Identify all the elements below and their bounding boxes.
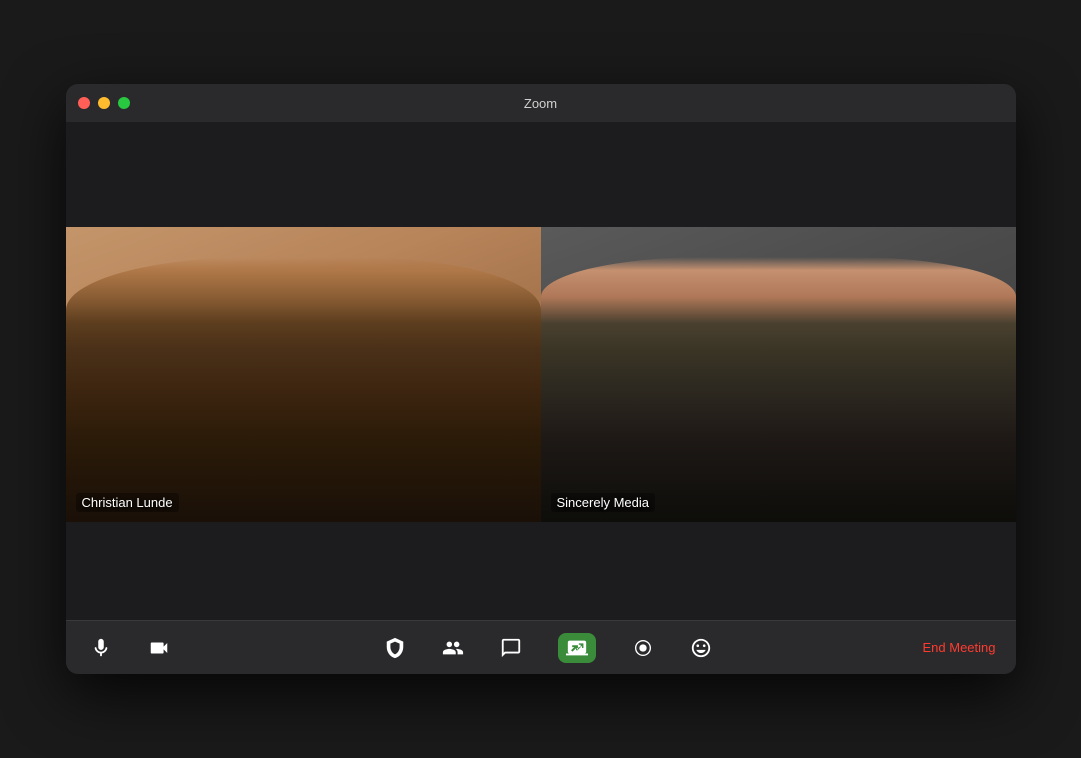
- chat-button[interactable]: [496, 633, 526, 663]
- video-grid: Christian Lunde Sincerely Media: [66, 227, 1016, 522]
- participant-figure-1: [66, 257, 541, 523]
- record-icon: [632, 637, 654, 659]
- title-bar: Zoom: [66, 84, 1016, 122]
- toolbar-left: [86, 633, 174, 663]
- video-cell-2[interactable]: Sincerely Media: [541, 227, 1016, 522]
- video-cell-1[interactable]: Christian Lunde: [66, 227, 541, 522]
- main-content: Christian Lunde Sincerely Media: [66, 122, 1016, 674]
- video-button[interactable]: [144, 633, 174, 663]
- record-button[interactable]: [628, 633, 658, 663]
- video-background-2: [541, 227, 1016, 522]
- participant-name-1: Christian Lunde: [76, 493, 179, 512]
- chat-icon: [500, 637, 522, 659]
- end-meeting-button[interactable]: End Meeting: [923, 640, 996, 655]
- bottom-area: [66, 522, 1016, 620]
- participant-figure-2: [541, 257, 1016, 523]
- mute-button[interactable]: [86, 633, 116, 663]
- participant-name-2: Sincerely Media: [551, 493, 656, 512]
- reactions-button[interactable]: [686, 633, 716, 663]
- traffic-lights: [78, 97, 130, 109]
- share-screen-button[interactable]: [554, 629, 600, 667]
- camera-icon: [148, 637, 170, 659]
- reactions-icon: [690, 637, 712, 659]
- participants-button[interactable]: [438, 633, 468, 663]
- toolbar: End Meeting: [66, 620, 1016, 674]
- security-icon: [384, 637, 406, 659]
- security-button[interactable]: [380, 633, 410, 663]
- zoom-window: Zoom Christian Lunde Sincerely Media: [66, 84, 1016, 674]
- minimize-button[interactable]: [98, 97, 110, 109]
- share-btn-bg: [558, 633, 596, 663]
- maximize-button[interactable]: [118, 97, 130, 109]
- mic-icon: [90, 637, 112, 659]
- window-title: Zoom: [524, 96, 557, 111]
- share-screen-icon: [566, 637, 588, 659]
- toolbar-center: [174, 629, 923, 667]
- top-area: [66, 122, 1016, 227]
- participants-icon: [442, 637, 464, 659]
- toolbar-right: End Meeting: [923, 640, 996, 655]
- close-button[interactable]: [78, 97, 90, 109]
- video-background-1: [66, 227, 541, 522]
